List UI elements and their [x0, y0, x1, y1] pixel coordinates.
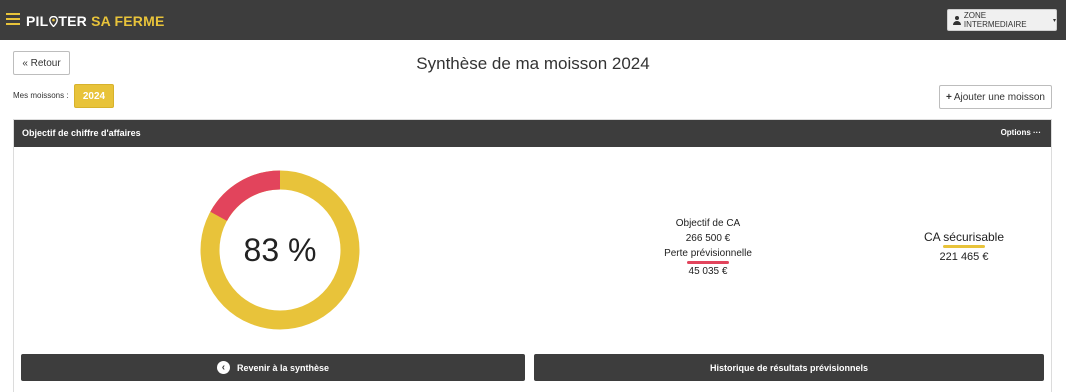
pin-icon: [48, 15, 58, 28]
progress-percent: 83 %: [243, 231, 317, 268]
revenue-target-panel: Objectif de chiffre d'affaires Options ·…: [13, 119, 1052, 392]
revenue-target-label: Objectif de CA: [675, 218, 741, 229]
zone-dropdown[interactable]: ZONE INTERMEDIAIRE ▾: [947, 9, 1057, 31]
revenue-summary: Objectif de CA 266 500 € Perte prévision…: [638, 216, 778, 279]
forecast-history-button[interactable]: Historique de résultats prévisionnels: [534, 354, 1044, 381]
forecast-history-label: Historique de résultats prévisionnels: [709, 362, 869, 373]
revenue-target-value: 266 500 €: [685, 233, 731, 244]
securable-summary: CA sécurisable 221 465 €: [894, 230, 1034, 263]
harvests-label: Mes moissons :: [13, 91, 69, 100]
back-to-synthesis-label: Revenir à la synthèse: [236, 362, 330, 373]
panel-title: Objectif de chiffre d'affaires: [22, 128, 141, 138]
page-title: Synthèse de ma moisson 2024: [416, 54, 650, 73]
add-harvest-button[interactable]: + Ajouter une moisson: [939, 85, 1052, 109]
securable-label: CA sécurisable: [923, 230, 1005, 244]
plus-icon: +: [945, 91, 952, 103]
add-harvest-label: Ajouter une moisson: [953, 91, 1045, 103]
user-icon: [953, 15, 961, 25]
app-logo[interactable]: PIL TER SA FERME: [26, 13, 165, 29]
panel-header: Objectif de chiffre d'affaires Options ·…: [14, 120, 1051, 147]
chevron-left-icon: ‹: [216, 361, 230, 374]
caret-down-icon: ▾: [1052, 17, 1056, 24]
back-to-synthesis-button[interactable]: ‹ Revenir à la synthèse: [21, 354, 525, 381]
securable-legend-line: [943, 245, 985, 248]
forecast-loss-label: Perte prévisionnelle: [664, 248, 752, 259]
top-navbar: PIL TER SA FERME ZONE INTERMEDIAIRE ▾: [0, 0, 1066, 40]
menu-icon[interactable]: [6, 13, 20, 25]
harvest-year-button[interactable]: 2024: [74, 84, 114, 108]
forecast-loss-value: 45 035 €: [688, 266, 728, 277]
zone-label: ZONE INTERMEDIAIRE: [963, 11, 1027, 29]
securable-value: 221 465 €: [939, 251, 989, 263]
options-menu[interactable]: Options ···: [1001, 128, 1041, 137]
